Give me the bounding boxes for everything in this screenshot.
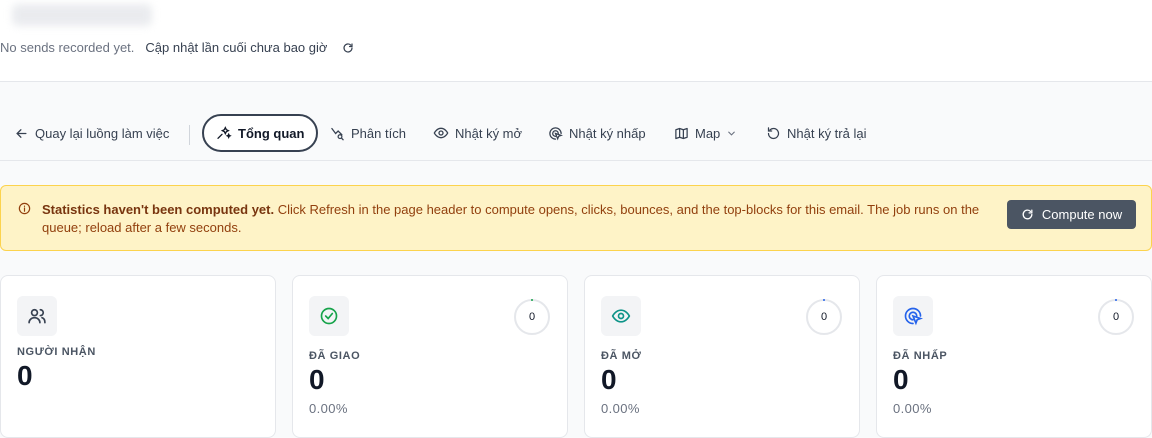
tab-open-log[interactable]: Nhật ký mở bbox=[433, 114, 522, 152]
refresh-icon bbox=[1022, 209, 1033, 220]
chevron-down-icon bbox=[728, 131, 736, 136]
map-icon bbox=[675, 127, 688, 139]
sparkles-icon bbox=[217, 126, 232, 139]
page-header: No sends recorded yet. Cập nhật lần cuối… bbox=[0, 0, 1152, 82]
stat-percent: 0.00% bbox=[309, 401, 348, 416]
back-label: Quay lại luồng làm việc bbox=[35, 125, 170, 141]
no-sends-text: No sends recorded yet. bbox=[0, 40, 135, 55]
progress-ring-value: 0 bbox=[1112, 311, 1120, 323]
check-circle-icon bbox=[309, 296, 349, 336]
rotate-ccw-icon bbox=[767, 126, 780, 139]
stat-value: 0 bbox=[601, 364, 617, 395]
tab-analysis-label: Phân tích bbox=[351, 125, 406, 141]
stat-label: Đã mở bbox=[601, 350, 642, 362]
tab-bounce-log-label: Nhật ký trả lại bbox=[787, 125, 867, 141]
back-to-workflow-link[interactable]: Quay lại luồng làm việc bbox=[14, 114, 169, 152]
stat-label: Người nhận bbox=[17, 346, 96, 358]
last-updated-text: Cập nhật lần cuối chưa bao giờ bbox=[145, 40, 328, 55]
progress-ring-value: 0 bbox=[528, 311, 536, 323]
stat-value: 0 bbox=[17, 360, 33, 391]
nav-divider bbox=[189, 125, 190, 145]
tab-open-log-label: Nhật ký mở bbox=[455, 125, 523, 141]
banner-message: Statistics haven't been computed yet. Cl… bbox=[42, 201, 997, 237]
tab-click-log[interactable]: Nhật ký nhấp bbox=[548, 114, 646, 152]
info-icon bbox=[18, 202, 31, 215]
target-click-icon bbox=[549, 126, 563, 141]
tab-map[interactable]: Map bbox=[674, 114, 737, 152]
tab-overview[interactable]: Tổng quan bbox=[202, 114, 319, 152]
progress-ring: 0 bbox=[1097, 298, 1135, 336]
header-meta: No sends recorded yet. Cập nhật lần cuối… bbox=[0, 40, 355, 55]
compute-now-button[interactable]: Compute now bbox=[1007, 200, 1136, 229]
stat-label: Đã giao bbox=[309, 350, 361, 362]
stats-warning-banner: Statistics haven't been computed yet. Cl… bbox=[0, 185, 1152, 251]
users-icon bbox=[17, 296, 57, 336]
stat-percent: 0.00% bbox=[893, 401, 932, 416]
progress-ring-value: 0 bbox=[820, 311, 828, 323]
stat-value: 0 bbox=[893, 364, 909, 395]
eye-icon bbox=[601, 296, 641, 336]
tab-click-log-label: Nhật ký nhấp bbox=[569, 125, 646, 141]
arrow-left-icon bbox=[16, 128, 27, 138]
stat-card-delivered: 0 Đã giao 0 0.00% bbox=[292, 275, 568, 438]
cursor-click-icon bbox=[893, 296, 933, 336]
tab-map-label: Map bbox=[695, 125, 721, 141]
eye-icon bbox=[433, 127, 449, 139]
stat-card-recipients: Người nhận 0 bbox=[0, 275, 276, 438]
chart-search-icon bbox=[331, 127, 344, 140]
tab-overview-label: Tổng quan bbox=[238, 125, 305, 141]
blurred-page-title bbox=[12, 4, 152, 26]
tab-analysis[interactable]: Phân tích bbox=[330, 114, 406, 152]
stat-value: 0 bbox=[309, 364, 325, 395]
tab-bounce-log[interactable]: Nhật ký trả lại bbox=[766, 114, 866, 152]
email-nav: Quay lại luồng làm việc Tổng quan Phân t… bbox=[0, 82, 1152, 161]
progress-ring: 0 bbox=[805, 298, 843, 336]
stat-card-clicked: 0 Đã nhấp 0 0.00% bbox=[876, 275, 1152, 438]
stat-card-opened: 0 Đã mở 0 0.00% bbox=[584, 275, 860, 438]
progress-ring: 0 bbox=[513, 298, 551, 336]
refresh-icon[interactable] bbox=[341, 41, 355, 55]
stat-percent: 0.00% bbox=[601, 401, 640, 416]
compute-now-label: Compute now bbox=[1041, 207, 1123, 222]
stat-label: Đã nhấp bbox=[893, 350, 948, 362]
banner-title: Statistics haven't been computed yet. bbox=[42, 202, 275, 217]
